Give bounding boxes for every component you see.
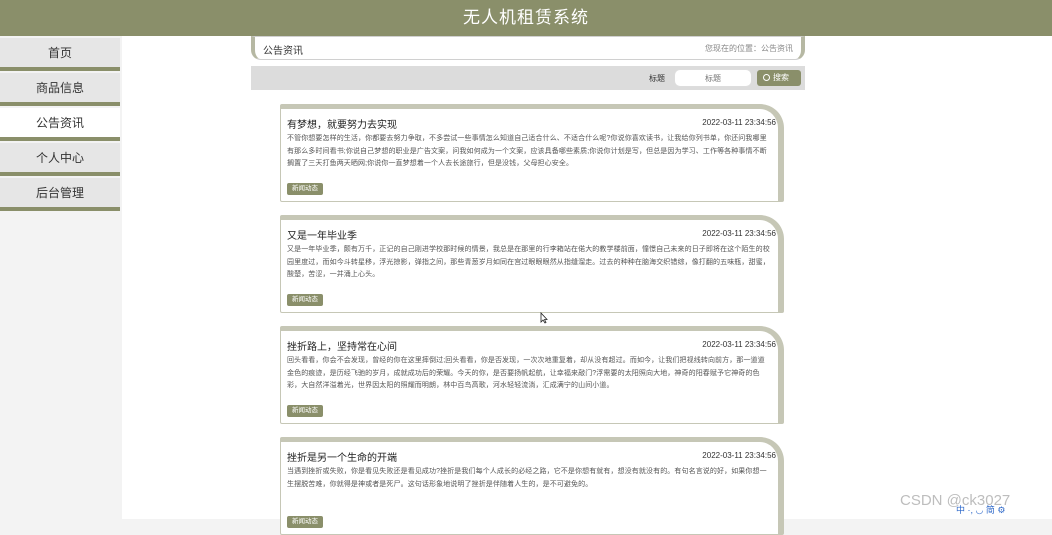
card-body: 又是一年毕业季，颇有万千，正记的自己刚进学校那时候的情景，我总是在那里的行李箱站…: [287, 246, 770, 278]
nav-item-label: 个人中心: [35, 151, 84, 165]
nav-item-profile[interactable]: 个人中心: [0, 143, 120, 176]
breadcrumb-location: 您现在的位置：公告资讯: [705, 44, 793, 53]
card-body: 不管你想要怎样的生活，你都要去努力争取，不多尝试一些事情怎么知道自己适合什么、不…: [287, 135, 767, 167]
card-tag[interactable]: 新闻动态: [287, 405, 323, 417]
page-title: 公告资讯: [263, 46, 303, 57]
card-body: 回头看看，你会不会发现，曾经的你在这里摔倒过;回头看看，你是否发现，一次次地重复…: [287, 357, 765, 389]
search-button[interactable]: 搜索: [757, 70, 801, 86]
search-input[interactable]: [674, 69, 752, 87]
app-title: 无人机租赁系统: [463, 8, 589, 27]
card-title[interactable]: 又是一年毕业季: [287, 227, 357, 242]
sidebar: 首页 商品信息 公告资讯 个人中心 后台管理: [0, 36, 122, 519]
app-header: 无人机租赁系统: [0, 0, 1052, 36]
nav-item-label: 首页: [47, 46, 72, 60]
news-card[interactable]: 又是一年毕业季 2022-03-11 23:34:56 又是一年毕业季，颇有万千…: [280, 215, 784, 313]
card-title[interactable]: 挫折是另一个生命的开端: [287, 449, 397, 464]
nav-item-admin[interactable]: 后台管理: [0, 178, 120, 211]
nav-item-news[interactable]: 公告资讯: [0, 108, 120, 141]
card-time: 2022-03-11 23:34:56: [702, 340, 776, 349]
nav-item-home[interactable]: 首页: [0, 38, 120, 71]
system-tray: 中 ·, ◡ 简 ⚙: [956, 505, 1006, 515]
card-time: 2022-03-11 23:34:56: [702, 229, 776, 238]
card-tag[interactable]: 新闻动态: [287, 183, 323, 195]
news-card[interactable]: 挫折是另一个生命的开端 2022-03-11 23:34:56 当遇到挫折或失败…: [280, 437, 784, 535]
main-content: 公告资讯 您现在的位置：公告资讯 标题 搜索 有梦想，就要努力去实现 2022-…: [122, 36, 1052, 535]
nav-item-products[interactable]: 商品信息: [0, 73, 120, 106]
card-body: 当遇到挫折或失败，你是看见失败还是看见成功?挫折是我们每个人成长的必经之路，它不…: [287, 468, 767, 488]
search-button-label: 搜索: [773, 73, 789, 82]
nav-item-label: 公告资讯: [35, 116, 84, 130]
mouse-cursor-icon: [540, 312, 548, 324]
card-title[interactable]: 挫折路上，坚持常在心间: [287, 338, 397, 353]
search-bar: 标题 搜索: [251, 66, 805, 90]
card-time: 2022-03-11 23:34:56: [702, 118, 776, 127]
card-tag[interactable]: 新闻动态: [287, 294, 323, 306]
nav-item-label: 商品信息: [35, 81, 84, 95]
breadcrumb: 公告资讯 您现在的位置：公告资讯: [251, 36, 805, 60]
search-icon: [763, 74, 770, 81]
news-card[interactable]: 挫折路上，坚持常在心间 2022-03-11 23:34:56 回头看看，你会不…: [280, 326, 784, 424]
nav-item-label: 后台管理: [35, 186, 84, 200]
news-card[interactable]: 有梦想，就要努力去实现 2022-03-11 23:34:56 不管你想要怎样的…: [280, 104, 784, 202]
card-title[interactable]: 有梦想，就要努力去实现: [287, 116, 397, 131]
card-tag[interactable]: 新闻动态: [287, 516, 323, 528]
search-label: 标题: [649, 74, 665, 83]
card-time: 2022-03-11 23:34:56: [702, 451, 776, 460]
